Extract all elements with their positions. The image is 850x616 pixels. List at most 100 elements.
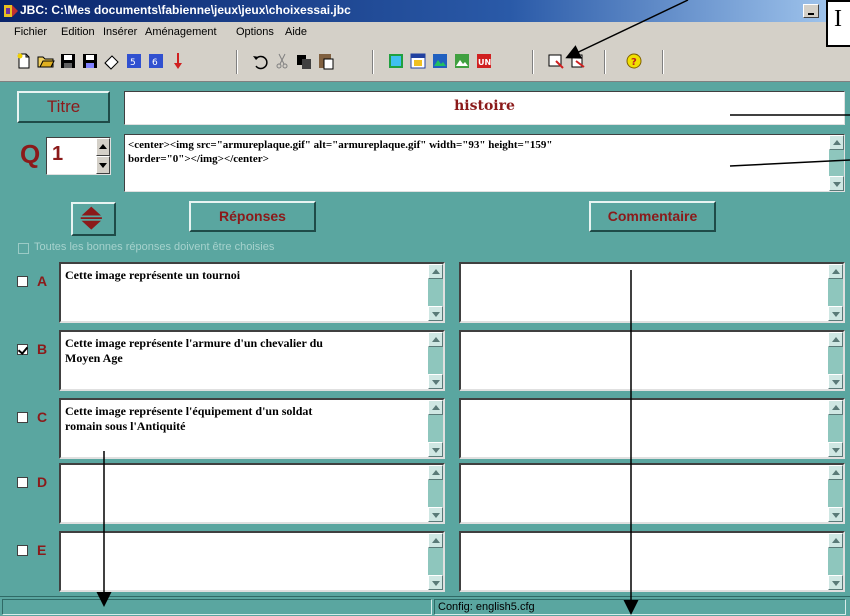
responses-button[interactable]: Réponses [189, 201, 316, 232]
scroll-down-arrow[interactable] [829, 176, 844, 191]
svg-text:UN: UN [478, 58, 491, 67]
scroll-up-arrow[interactable] [829, 135, 844, 150]
answer-text-line-1: Cette image représente l'équipement d'un… [65, 404, 313, 418]
cut-icon[interactable] [272, 51, 292, 71]
answer-scrollbar[interactable] [428, 264, 443, 321]
toolbar: 5 6 UN ? [0, 42, 850, 82]
paste-icon[interactable] [316, 51, 336, 71]
comment-a-field[interactable] [459, 262, 845, 323]
question-number: 1 [52, 143, 64, 165]
image-icon[interactable] [386, 51, 406, 71]
tool1-icon[interactable] [546, 51, 566, 71]
save-as-icon[interactable] [80, 51, 100, 71]
menu-bar: Fichier Edition Insérer Aménagement Opti… [0, 22, 850, 42]
scroll-down-arrow[interactable] [828, 507, 843, 522]
scroll-down-arrow[interactable] [828, 374, 843, 389]
scroll-up-arrow[interactable] [828, 465, 843, 480]
scroll-down-arrow[interactable] [428, 374, 443, 389]
image3-icon[interactable] [452, 51, 472, 71]
title-button[interactable]: Titre [17, 91, 110, 123]
answer-text-line-1: Cette image représente un tournoi [65, 268, 241, 282]
answer-e-field[interactable] [59, 531, 445, 592]
menu-edition[interactable]: Edition [61, 26, 95, 38]
scroll-down-arrow[interactable] [828, 306, 843, 321]
svg-text:5: 5 [130, 58, 136, 68]
answer-d-field[interactable] [59, 463, 445, 524]
comment-scrollbar[interactable] [828, 533, 843, 590]
comment-b-field[interactable] [459, 330, 845, 391]
answer-c-field[interactable]: Cette image représente l'équipement d'un… [59, 398, 445, 459]
menu-fichier[interactable]: Fichier [14, 26, 47, 38]
question-number-spinner[interactable]: 1 [46, 137, 111, 175]
undo-icon[interactable] [250, 51, 270, 71]
question-html-field[interactable]: <center><img src="armureplaque.gif" alt=… [124, 134, 845, 192]
menu-aide[interactable]: Aide [285, 26, 307, 38]
menu-options[interactable]: Options [236, 26, 274, 38]
menu-inserer[interactable]: Insérer [103, 26, 137, 38]
new-icon[interactable] [14, 51, 34, 71]
comment-scrollbar[interactable] [828, 264, 843, 321]
scroll-up-arrow[interactable] [428, 533, 443, 548]
eraser-icon[interactable] [102, 51, 122, 71]
scroll-down-arrow[interactable] [828, 442, 843, 457]
title-button-label: Titre [46, 97, 81, 116]
comment-c-field[interactable] [459, 398, 845, 459]
comment-scrollbar[interactable] [828, 465, 843, 522]
scroll-up-arrow[interactable] [828, 533, 843, 548]
scroll-down-arrow[interactable] [828, 575, 843, 590]
scroll-up-arrow[interactable] [828, 332, 843, 347]
scroll-up-arrow[interactable] [428, 400, 443, 415]
status-bar: Config: english5.cfg [0, 596, 850, 616]
spin-down-button[interactable] [96, 156, 110, 174]
minimize-button[interactable] [803, 4, 819, 18]
export-all-icon[interactable]: 6 [146, 51, 166, 71]
spin-up-button[interactable] [96, 138, 110, 156]
scroll-down-arrow[interactable] [428, 575, 443, 590]
all-correct-checkbox[interactable] [18, 243, 29, 254]
scroll-up-arrow[interactable] [428, 264, 443, 279]
answer-d-checkbox[interactable] [17, 477, 28, 488]
scroll-up-arrow[interactable] [428, 332, 443, 347]
answer-e-letter: E [37, 542, 47, 558]
scroll-up-arrow[interactable] [828, 400, 843, 415]
answer-a-checkbox[interactable] [17, 276, 28, 287]
title-field[interactable]: histoire [124, 91, 845, 125]
answer-b-letter: B [37, 341, 48, 357]
answer-a-field[interactable]: Cette image représente un tournoi [59, 262, 445, 323]
comment-scrollbar[interactable] [828, 400, 843, 457]
scroll-up-arrow[interactable] [428, 465, 443, 480]
answer-scrollbar[interactable] [428, 400, 443, 457]
un-icon[interactable]: UN [474, 51, 494, 71]
comment-button[interactable]: Commentaire [589, 201, 716, 232]
scroll-down-arrow[interactable] [428, 507, 443, 522]
image2-icon[interactable] [430, 51, 450, 71]
question-scrollbar[interactable] [829, 135, 844, 191]
down-arrow-icon[interactable] [168, 51, 188, 71]
answer-scrollbar[interactable] [428, 332, 443, 389]
answer-b-checkbox[interactable] [17, 344, 28, 355]
comment-scrollbar[interactable] [828, 332, 843, 389]
answer-e-checkbox[interactable] [17, 545, 28, 556]
answer-b-field[interactable]: Cette image représente l'armure d'un che… [59, 330, 445, 391]
window-icon[interactable] [408, 51, 428, 71]
scroll-down-arrow[interactable] [428, 306, 443, 321]
save-icon[interactable] [58, 51, 78, 71]
answer-text-line-2: romain sous l'Antiquité [65, 419, 186, 433]
answer-c-checkbox[interactable] [17, 412, 28, 423]
open-icon[interactable] [36, 51, 56, 71]
app-icon [4, 5, 18, 17]
comment-d-field[interactable] [459, 463, 845, 524]
comment-e-field[interactable] [459, 531, 845, 592]
answer-scrollbar[interactable] [428, 465, 443, 522]
move-question-button[interactable] [71, 202, 116, 236]
help-icon[interactable]: ? [624, 51, 644, 71]
scroll-down-arrow[interactable] [428, 442, 443, 457]
answer-scrollbar[interactable] [428, 533, 443, 590]
export-icon[interactable]: 5 [124, 51, 144, 71]
question-label: Q [20, 139, 41, 169]
title-text: histoire [454, 98, 515, 114]
copy-icon[interactable] [294, 51, 314, 71]
scroll-up-arrow[interactable] [828, 264, 843, 279]
tool2-icon[interactable] [568, 51, 588, 71]
menu-amenagement[interactable]: Aménagement [145, 26, 217, 38]
